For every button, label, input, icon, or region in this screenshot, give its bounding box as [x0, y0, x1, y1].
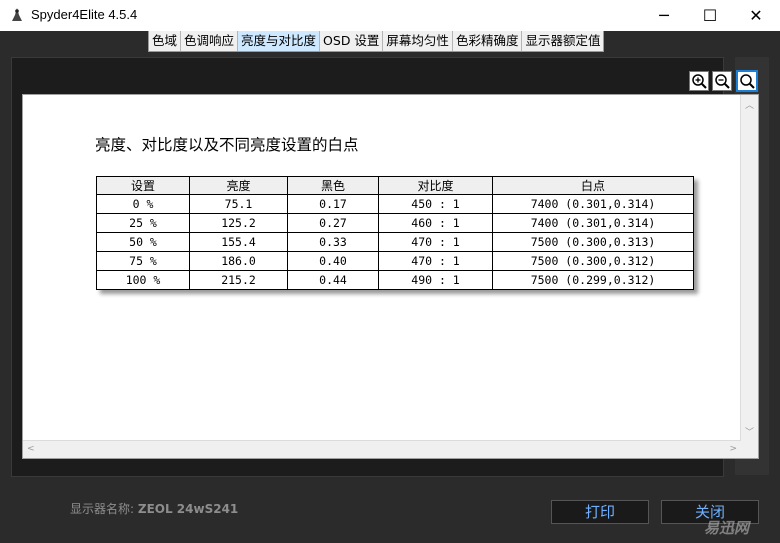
- zoom-in-icon[interactable]: [689, 71, 709, 91]
- spider-app-icon: [12, 8, 22, 21]
- report-document: 亮度、对比度以及不同亮度设置的白点 设置 亮度 黑色 对比度 白点 0 % 75.1 0.1…: [22, 94, 759, 459]
- scroll-left-icon[interactable]: <: [27, 444, 35, 454]
- table-cell: 7400 (0.301,0.314): [492, 213, 694, 233]
- table-cell: 460 : 1: [378, 213, 493, 233]
- table-cell: 7500 (0.300,0.312): [492, 251, 694, 271]
- scroll-up-icon[interactable]: ︿: [745, 98, 754, 111]
- table-cell: 450 : 1: [378, 194, 493, 214]
- scroll-down-icon[interactable]: ﹀: [745, 425, 754, 438]
- scroll-corner: [741, 441, 758, 458]
- table-cell: 7400 (0.301,0.314): [492, 194, 694, 214]
- print-button[interactable]: 打印: [551, 500, 649, 524]
- table-cell: 0 %: [96, 194, 190, 214]
- table-cell: 155.4: [189, 232, 288, 252]
- report-tabs: 色域 色调响应 亮度与对比度 OSD 设置 屏幕均匀性 色彩精确度 显示器额定值: [148, 31, 605, 52]
- table-row: 75 % 186.0 0.40 470 : 1 7500 (0.300,0.312): [96, 251, 694, 271]
- report-heading: 亮度、对比度以及不同亮度设置的白点: [95, 136, 359, 154]
- minimize-button[interactable]: ─: [641, 0, 687, 31]
- close-window-button[interactable]: ✕: [733, 0, 779, 31]
- table-cell: 50 %: [96, 232, 190, 252]
- brightness-contrast-table: 设置 亮度 黑色 对比度 白点 0 % 75.1 0.17 450 : 1 7400 (0.30…: [96, 176, 694, 290]
- horizontal-scrollbar[interactable]: < >: [23, 440, 741, 458]
- table-cell: 75 %: [96, 251, 190, 271]
- table-row: 25 % 125.2 0.27 460 : 1 7400 (0.301,0.314): [96, 213, 694, 233]
- tab-0[interactable]: 色域: [149, 31, 182, 51]
- title-bar: Spyder4Elite 4.5.4 ─ ☐ ✕: [0, 0, 780, 31]
- table-row: 50 % 155.4 0.33 470 : 1 7500 (0.300,0.313): [96, 232, 694, 252]
- table-row: 100 % 215.2 0.44 490 : 1 7500 (0.299,0.312): [96, 270, 694, 290]
- watermark-logo: 易迅网: [704, 519, 750, 537]
- window-title: Spyder4Elite 4.5.4: [31, 7, 138, 22]
- tab-1[interactable]: 色调响应: [181, 31, 239, 51]
- table-cell: 470 : 1: [378, 232, 493, 252]
- table-cell: 0.27: [287, 213, 379, 233]
- table-cell: 0.44: [287, 270, 379, 290]
- tab-6[interactable]: 显示器额定值: [522, 31, 603, 51]
- table-cell: 0.40: [287, 251, 379, 271]
- vertical-scrollbar[interactable]: ︿ ﹀: [740, 95, 758, 441]
- table-cell: 25 %: [96, 213, 190, 233]
- table-header-row: 设置 亮度 黑色 对比度 白点: [96, 176, 694, 195]
- column-header: 黑色: [287, 176, 379, 195]
- table-cell: 125.2: [189, 213, 288, 233]
- column-header: 设置: [96, 176, 190, 195]
- tab-4[interactable]: 屏幕均匀性: [383, 31, 453, 51]
- table-row: 0 % 75.1 0.17 450 : 1 7400 (0.301,0.314): [96, 194, 694, 214]
- column-header: 亮度: [189, 176, 288, 195]
- column-header: 对比度: [378, 176, 493, 195]
- table-cell: 186.0: [189, 251, 288, 271]
- scroll-right-icon[interactable]: >: [729, 444, 737, 454]
- table-cell: 0.33: [287, 232, 379, 252]
- table-cell: 7500 (0.299,0.312): [492, 270, 694, 290]
- table-cell: 0.17: [287, 194, 379, 214]
- monitor-label-text: 显示器名称:: [70, 502, 135, 516]
- zoom-out-icon[interactable]: [712, 71, 732, 91]
- monitor-name-label: 显示器名称: ZEOL 24wS241: [70, 500, 238, 517]
- table-cell: 75.1: [189, 194, 288, 214]
- table-cell: 470 : 1: [378, 251, 493, 271]
- monitor-name-value: ZEOL 24wS241: [137, 502, 239, 516]
- tab-2[interactable]: 亮度与对比度: [238, 31, 321, 51]
- table-cell: 490 : 1: [378, 270, 493, 290]
- tab-5[interactable]: 色彩精确度: [453, 31, 523, 51]
- zoom-fit-icon[interactable]: [736, 70, 758, 92]
- table-cell: 100 %: [96, 270, 190, 290]
- maximize-button[interactable]: ☐: [687, 0, 733, 31]
- table-cell: 215.2: [189, 270, 288, 290]
- column-header: 白点: [492, 176, 694, 195]
- table-cell: 7500 (0.300,0.313): [492, 232, 694, 252]
- tab-3[interactable]: OSD 设置: [320, 31, 384, 51]
